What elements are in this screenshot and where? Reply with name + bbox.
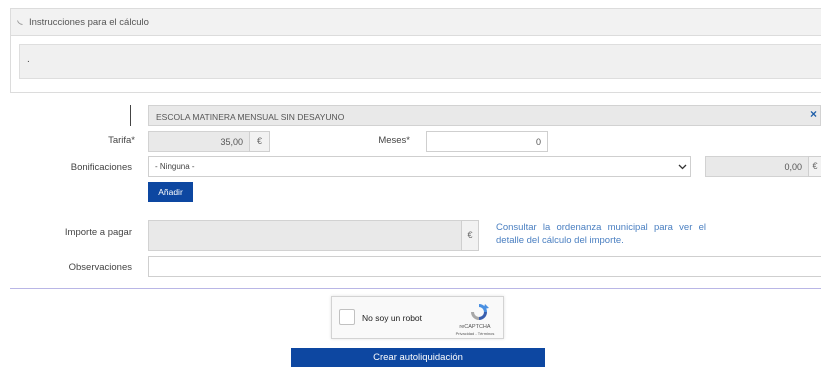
importe-label: Importe a pagar [64,227,132,238]
bonificacion-amount-field: 0,00 [705,156,809,177]
recaptcha-label: No soy un robot [362,313,423,323]
tarifa-currency: € [249,131,270,152]
bonificacion-currency: € [808,156,821,177]
instructions-panel: Instrucciones para el cálculo . [10,8,821,93]
concept-field: ESCOLA MATINERA MENSUAL SIN DESAYUNO [148,105,821,126]
bonificaciones-label: Bonificaciones [70,162,132,173]
meses-value: 0 [535,137,541,147]
instructions-header[interactable]: Instrucciones para el cálculo [11,9,821,36]
bonificaciones-selected: - Ninguna - [155,162,195,171]
concept-divider [130,105,131,126]
ordenanza-link[interactable]: Consultar la ordenanza municipal para ve… [496,221,706,247]
recaptcha-links[interactable]: Privacidad - Términos [450,331,500,336]
importe-field [148,220,462,251]
recaptcha-logo-icon [471,304,489,320]
recaptcha-brand: reCAPTCHA [459,324,491,330]
recaptcha-checkbox[interactable] [339,309,355,325]
tarifa-field: 35,00 [148,131,250,152]
observaciones-label: Observaciones [68,262,132,273]
bonificacion-amount: 0,00 [784,162,802,172]
remove-icon[interactable]: × [810,107,817,121]
recaptcha-widget: No soy un robot reCAPTCHA Privacidad - T… [331,296,504,339]
create-autoliquidacion-button[interactable]: Crear autoliquidación [291,348,545,367]
instructions-body: . [19,44,821,79]
instructions-title: Instrucciones para el cálculo [29,17,149,28]
observaciones-input[interactable] [148,256,821,277]
add-button[interactable]: Añadir [148,182,193,202]
importe-currency: € [461,220,479,251]
meses-input[interactable]: 0 [426,131,548,152]
bonificaciones-select[interactable]: - Ninguna - [148,156,691,177]
section-divider [10,288,821,289]
chevron-down-icon [678,164,687,170]
collapse-icon[interactable] [17,19,23,25]
tarifa-value: 35,00 [220,137,243,147]
meses-label: Meses* [378,135,410,146]
concept-value: ESCOLA MATINERA MENSUAL SIN DESAYUNO [156,112,345,122]
instructions-text: . [27,54,30,65]
tarifa-label: Tarifa* [108,135,135,146]
